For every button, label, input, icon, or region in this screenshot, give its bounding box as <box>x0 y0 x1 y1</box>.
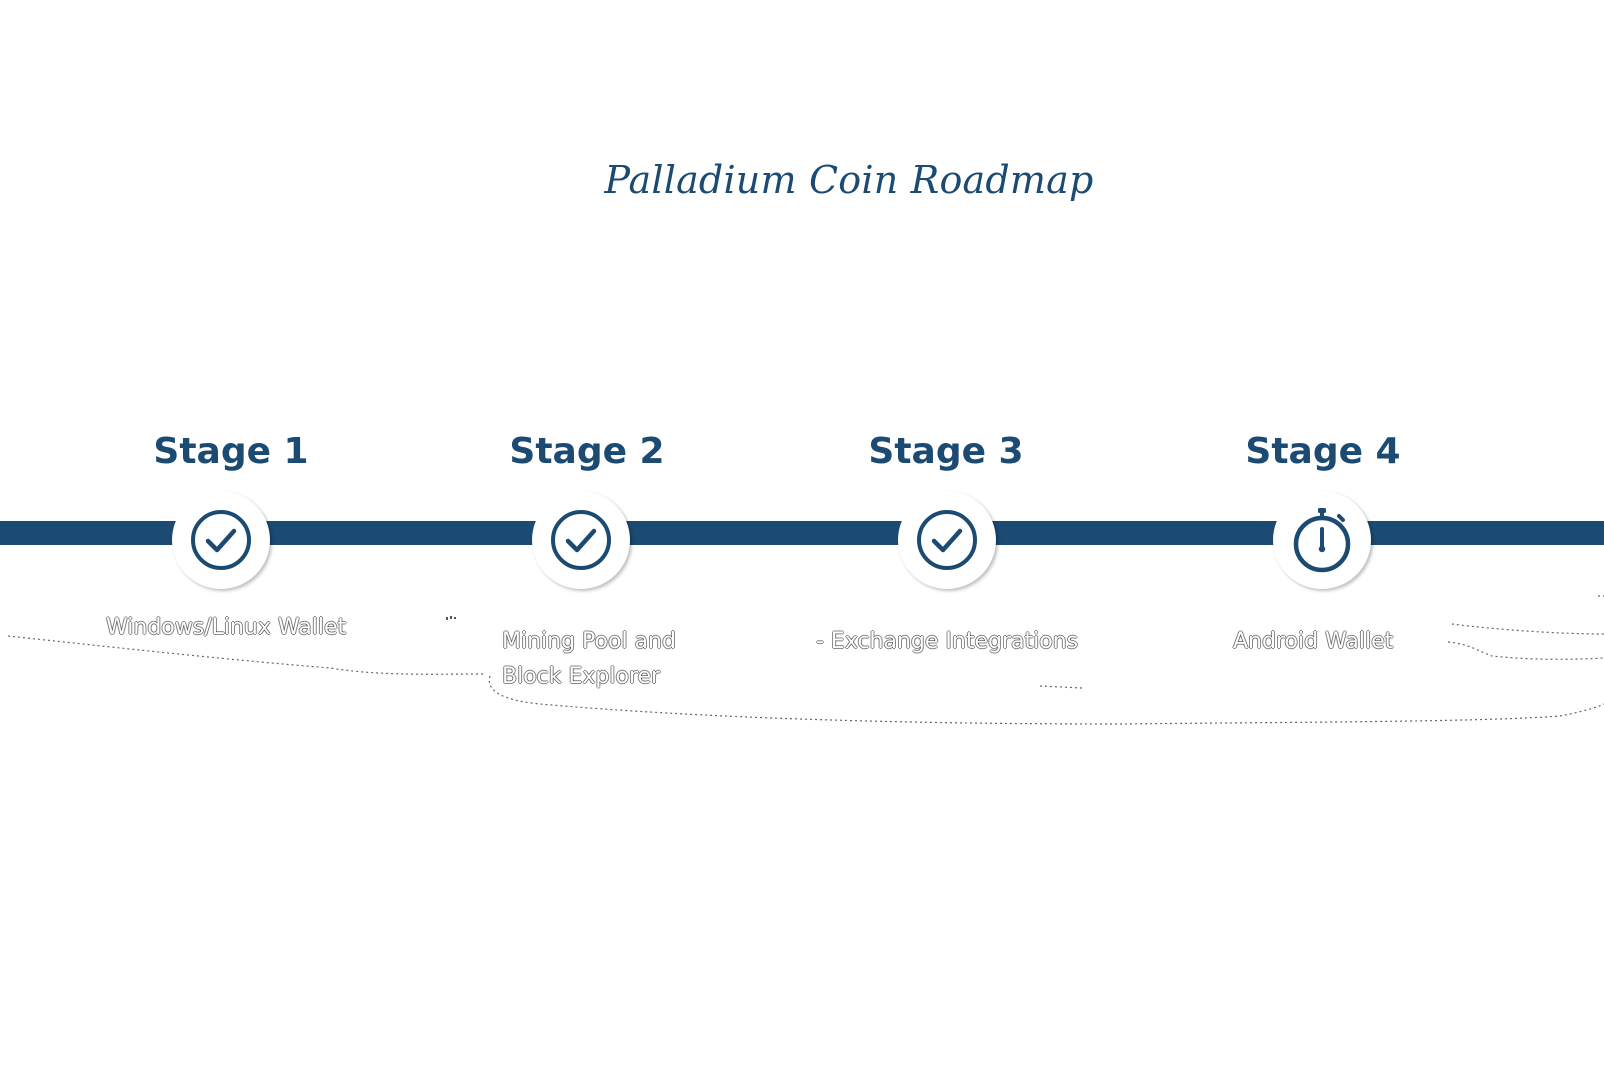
stage-4-label: Stage 4 <box>1245 431 1401 472</box>
stage-4-description-line: Android Wallet <box>1233 629 1394 654</box>
stage-1-node <box>172 491 270 589</box>
stage-1-description-line: Windows/Linux Wallet <box>106 615 347 640</box>
stage-1-label: Stage 1 <box>153 431 309 472</box>
check-circle-icon <box>188 507 254 573</box>
stage-4-description: Android Wallet <box>1233 624 1393 659</box>
stage-2-description-line-2: Block Explorer <box>502 664 661 689</box>
stage-1-description: Windows/Linux Wallet <box>106 610 346 645</box>
check-circle-icon <box>914 507 980 573</box>
stopwatch-icon <box>1289 505 1355 575</box>
check-circle-icon <box>548 507 614 573</box>
stage-3-description-line: - Exchange Integrations <box>816 629 1079 654</box>
stage-2-node <box>532 491 630 589</box>
stage-2-description-line-1: Mining Pool and <box>502 629 676 654</box>
stage-2-description: Mining Pool and Block Explorer <box>502 624 676 694</box>
stage-2-label: Stage 2 <box>509 431 665 472</box>
stage-3-label: Stage 3 <box>868 431 1024 472</box>
stage-3-node <box>898 491 996 589</box>
stage-4-node <box>1273 491 1371 589</box>
stage-3-description: - Exchange Integrations <box>816 624 1078 659</box>
